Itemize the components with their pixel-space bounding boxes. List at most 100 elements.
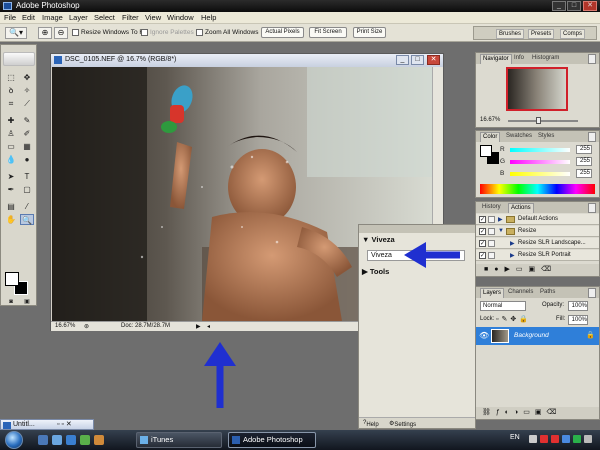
- hand-tool-icon[interactable]: ✋: [4, 214, 18, 225]
- brush-tool-icon[interactable]: ✎: [20, 115, 34, 126]
- lock-icons[interactable]: ▫✎✥🔒: [496, 315, 531, 323]
- tab-histogram[interactable]: Histogram: [530, 54, 561, 64]
- tab-styles[interactable]: Styles: [536, 132, 556, 142]
- tab-color[interactable]: Color: [480, 132, 501, 142]
- settings-link[interactable]: ⚙ Settings: [389, 420, 416, 428]
- network-tray-icon[interactable]: [562, 435, 570, 443]
- fill-field[interactable]: 100%: [568, 315, 588, 325]
- magic-wand-tool-icon[interactable]: ✧: [20, 85, 34, 96]
- update-tray-icon[interactable]: [573, 435, 581, 443]
- zoom-tool-icon[interactable]: 🔍: [20, 214, 34, 225]
- close-button[interactable]: ✕: [583, 1, 597, 11]
- zoom-all-windows-checkbox[interactable]: [196, 29, 203, 36]
- green-slider[interactable]: G 255: [500, 157, 598, 166]
- red-value[interactable]: 255: [576, 145, 592, 154]
- action-resize-landscape[interactable]: ✓ ▶ Resize SLR Landscape...: [476, 238, 599, 249]
- tab-layers[interactable]: Layers: [480, 288, 505, 298]
- tab-brushes[interactable]: Brushes: [496, 29, 525, 39]
- layers-toolbar[interactable]: ⛓ƒ◐◑▭▣⌫: [476, 407, 599, 419]
- adobe-feather-icon[interactable]: [3, 52, 35, 66]
- green-value[interactable]: 255: [576, 157, 592, 166]
- eye-icon[interactable]: 👁: [479, 331, 489, 340]
- menu-help[interactable]: Help: [201, 13, 216, 22]
- media-icon[interactable]: [80, 435, 90, 445]
- tools-section-header[interactable]: ▶ Tools: [362, 267, 389, 276]
- dodge-tool-icon[interactable]: ●: [20, 154, 34, 165]
- zoom-level[interactable]: 16.67%: [55, 323, 75, 329]
- action-set-default[interactable]: ✓ ▶ Default Actions: [476, 214, 599, 225]
- menu-select[interactable]: Select: [94, 13, 115, 22]
- move-tool-icon[interactable]: ✥: [20, 72, 34, 83]
- blend-mode-select[interactable]: Normal: [480, 301, 526, 311]
- zoom-out-icon[interactable]: ⊖: [54, 27, 68, 39]
- eyedropper-tool-icon[interactable]: ⁄: [20, 201, 34, 212]
- slice-tool-icon[interactable]: ⟋: [20, 98, 34, 109]
- layers-panel-menu-icon[interactable]: [588, 288, 596, 298]
- gradient-tool-icon[interactable]: ▦: [20, 141, 34, 152]
- tab-info[interactable]: Info: [512, 54, 526, 64]
- color-fg-swatch[interactable]: [480, 145, 492, 157]
- menu-filter[interactable]: Filter: [122, 13, 139, 22]
- expand-arrow-icon[interactable]: ▶: [510, 240, 515, 247]
- crop-tool-icon[interactable]: ⌗: [4, 98, 18, 109]
- security-tray-icon[interactable]: [540, 435, 548, 443]
- zoom-tool-preset-icon[interactable]: 🔍▾: [5, 27, 27, 39]
- task-itunes[interactable]: iTunes: [136, 432, 222, 448]
- action-set-resize[interactable]: ✓ ▼ Resize: [476, 226, 599, 237]
- resize-windows-checkbox[interactable]: [72, 29, 79, 36]
- shape-tool-icon[interactable]: ▢: [20, 184, 34, 195]
- tab-swatches[interactable]: Swatches: [504, 132, 534, 142]
- blue-value[interactable]: 255: [576, 169, 592, 178]
- type-tool-icon[interactable]: T: [20, 171, 34, 182]
- task-photoshop[interactable]: Adobe Photoshop: [228, 432, 316, 448]
- tab-presets[interactable]: Presets: [528, 29, 555, 39]
- help-link[interactable]: ? Help: [363, 420, 379, 428]
- doc-maximize-button[interactable]: □: [411, 55, 424, 65]
- alert-tray-icon[interactable]: [551, 435, 559, 443]
- menu-layer[interactable]: Layer: [69, 13, 88, 22]
- panel-menu-icon[interactable]: [588, 54, 596, 64]
- status-menu-arrow-icon[interactable]: ▶: [196, 323, 201, 330]
- app-icon[interactable]: [94, 435, 104, 445]
- notes-tool-icon[interactable]: ▤: [4, 201, 18, 212]
- action-check[interactable]: ✓: [479, 216, 486, 223]
- actions-toolbar[interactable]: ■●▶▭▣⌫: [476, 264, 599, 276]
- color-panel-menu-icon[interactable]: [588, 132, 596, 142]
- minimized-document[interactable]: Untitl... ▫ ▫ ✕: [0, 419, 94, 430]
- fit-screen-button[interactable]: Fit Screen: [309, 27, 347, 38]
- foreground-color-swatch[interactable]: [5, 272, 19, 286]
- clone-stamp-tool-icon[interactable]: ♙: [4, 128, 18, 139]
- action-check[interactable]: ✓: [479, 252, 486, 259]
- tab-comps[interactable]: Comps: [560, 29, 586, 39]
- quick-mask-icon[interactable]: ◙: [4, 297, 18, 308]
- color-ramp[interactable]: [480, 184, 595, 194]
- volume-tray-icon[interactable]: [584, 435, 592, 443]
- tab-channels[interactable]: Channels: [506, 288, 535, 298]
- screen-mode-icon[interactable]: ▣: [20, 297, 34, 308]
- expand-arrow-icon[interactable]: ▶: [498, 216, 503, 223]
- actions-panel-menu-icon[interactable]: [588, 203, 596, 213]
- print-size-button[interactable]: Print Size: [353, 27, 386, 38]
- minimized-controls[interactable]: ▫ ▫ ✕: [57, 420, 72, 428]
- tab-history[interactable]: History: [480, 203, 503, 213]
- action-check[interactable]: ✓: [479, 228, 486, 235]
- red-slider[interactable]: R 255: [500, 145, 598, 154]
- marquee-tool-icon[interactable]: ⬚: [4, 72, 18, 83]
- document-title-bar[interactable]: DSC_0105.NEF @ 16.7% (RGB/8*) _ □ ✕: [51, 54, 443, 67]
- show-desktop-icon[interactable]: [38, 435, 48, 445]
- eraser-tool-icon[interactable]: ▭: [4, 141, 18, 152]
- menu-window[interactable]: Window: [167, 13, 194, 22]
- opacity-field[interactable]: 100%: [568, 301, 588, 311]
- collapse-arrow-icon[interactable]: ▼: [498, 228, 504, 234]
- menu-edit[interactable]: Edit: [22, 13, 35, 22]
- scroll-left-arrow-icon[interactable]: ◂: [207, 323, 210, 330]
- viveza-section-header[interactable]: ▼ Viveza: [362, 235, 395, 244]
- zoom-in-icon[interactable]: ⊕: [38, 27, 52, 39]
- blue-slider[interactable]: B 255: [500, 169, 598, 178]
- start-orb-icon[interactable]: [5, 431, 23, 449]
- expand-arrow-icon[interactable]: ▶: [510, 252, 515, 259]
- lasso-tool-icon[interactable]: ꝺ: [4, 85, 18, 96]
- pen-tool-icon[interactable]: ✒: [4, 184, 18, 195]
- menu-view[interactable]: View: [145, 13, 161, 22]
- doc-minimize-button[interactable]: _: [396, 55, 409, 65]
